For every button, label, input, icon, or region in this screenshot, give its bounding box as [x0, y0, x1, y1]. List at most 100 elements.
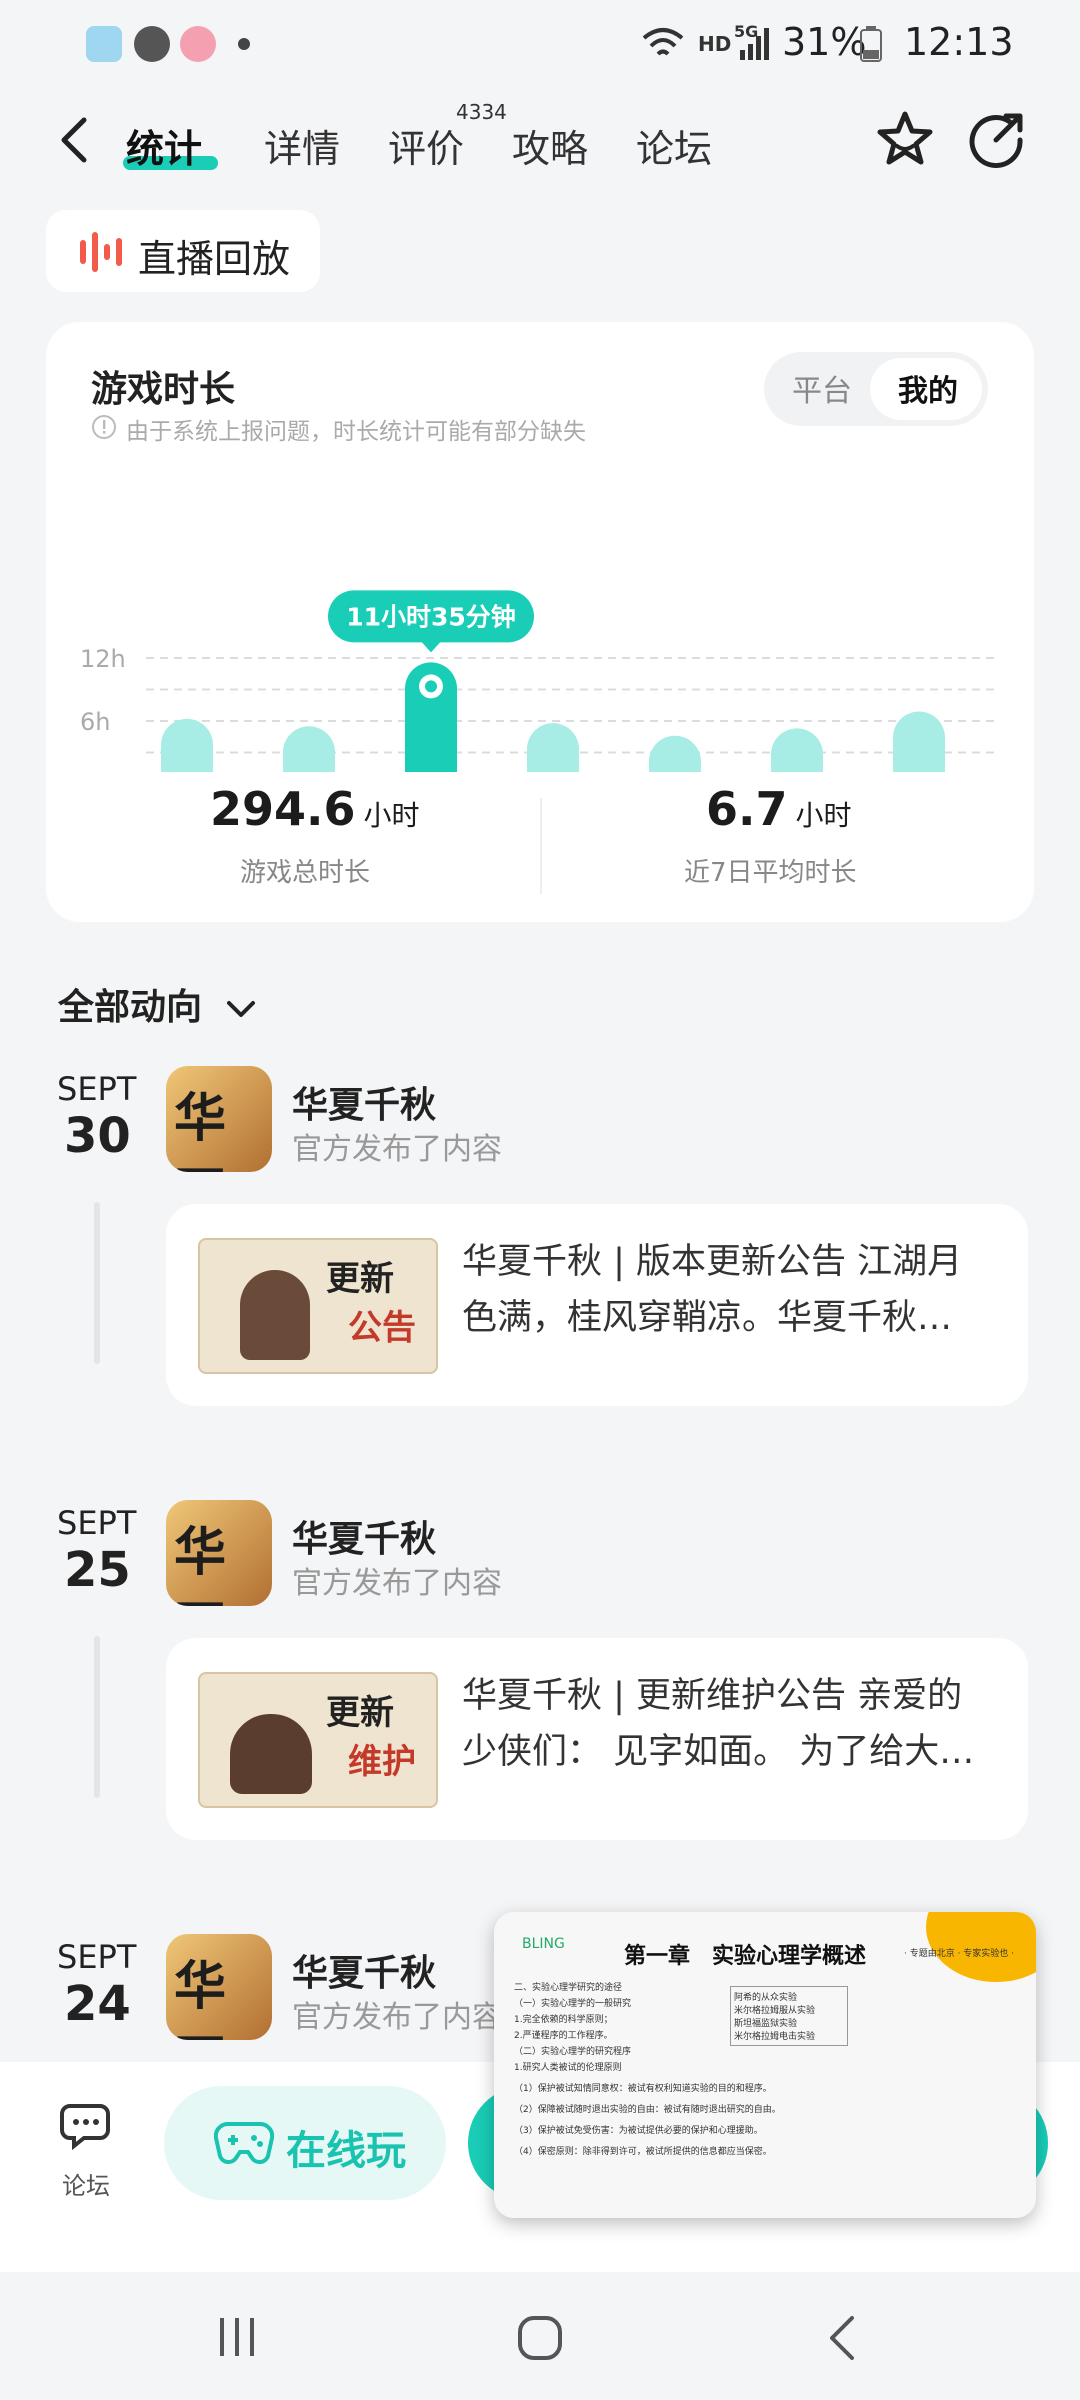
tab-reviews[interactable]: 评价 — [388, 118, 464, 173]
total-playtime-unit: 小时 — [363, 799, 420, 832]
feed-date-day: 24 — [64, 1976, 131, 2032]
y-tick-label: 0h — [80, 771, 110, 772]
hd-label: HD — [698, 32, 732, 56]
system-nav-bar — [0, 2272, 1080, 2400]
chart-bar[interactable] — [527, 723, 579, 772]
app-icon[interactable]: 华夏 — [166, 1066, 272, 1172]
tab-details[interactable]: 详情 — [264, 118, 340, 173]
live-replay-label: 直播回放 — [138, 237, 291, 281]
tab-guides[interactable]: 攻略 — [512, 118, 588, 173]
timeline-line — [94, 1636, 100, 1798]
tab-stats[interactable]: 统计 — [126, 118, 202, 173]
slide-title: 第一章 实验心理学概述 — [624, 1944, 867, 1969]
slide-line: （1）保护被试知情同意权：被试有权利知道实验的目的和程序。 — [514, 2084, 772, 2094]
app-icon[interactable]: 华夏 — [166, 1500, 272, 1606]
thumbnail-character — [240, 1270, 310, 1360]
toggle-mine[interactable]: 我的 — [898, 366, 958, 410]
app-icon[interactable]: 华夏 — [166, 1934, 272, 2040]
feed-filter-dropdown[interactable]: 全部动向 — [58, 978, 257, 1030]
post-excerpt-line: 少侠们： 见字如面。 为了给大… — [462, 1732, 975, 1772]
audio-wave-icon — [80, 232, 122, 272]
post-excerpt: 华夏千秋 | 版本更新公告 江湖月 色满，桂风穿鞘凉。华夏千秋… — [462, 1234, 1002, 1346]
share-icon[interactable] — [966, 108, 1028, 170]
app-name[interactable]: 华夏千秋 — [292, 1944, 436, 1996]
thumbnail-subtitle: 维护 — [348, 1742, 416, 1782]
floating-video-window[interactable]: BLING 第一章 实验心理学概述 · 专题由北京 · 专家实验也 · 二、实验… — [494, 1912, 1036, 2218]
slide-box-line: 斯坦福监狱实验 — [734, 2019, 798, 2029]
chart-bar[interactable] — [771, 728, 823, 772]
average-playtime: 6.7 小时 — [706, 782, 852, 836]
back-arrow-icon[interactable] — [56, 116, 92, 164]
playtime-card: 游戏时长 由于系统上报问题，时长统计可能有部分缺失 平台 我的 12h6h0h9… — [46, 322, 1034, 922]
app-name[interactable]: 华夏千秋 — [292, 1510, 436, 1562]
battery-icon — [860, 26, 882, 62]
recent-apps-icon[interactable] — [216, 2316, 258, 2358]
home-icon[interactable] — [516, 2314, 564, 2362]
feed-date-month: SEPT — [57, 1938, 137, 1976]
thumbnail-title: 更新 — [326, 1259, 394, 1299]
slide-logo: BLING — [522, 1936, 565, 1952]
thumbnail-character — [230, 1714, 312, 1794]
play-online-label: 在线玩 — [286, 2128, 406, 2174]
chart-bar[interactable] — [893, 711, 945, 772]
favorite-star-icon[interactable] — [874, 108, 936, 170]
clock: 12:13 — [904, 20, 1014, 64]
status-bar: HD 5G 31% 12:13 — [0, 0, 1080, 90]
slide-line: （2）保障被试随时退出实验的自由：被试有随时退出研究的自由。 — [514, 2105, 781, 2115]
y-tick-label: 6h — [80, 708, 110, 736]
slide-box-line: 米尔格拉姆电击实验 — [734, 2032, 816, 2042]
info-icon — [92, 415, 116, 439]
slide-line: （3）保护被试免受伤害：为被试提供必要的保护和心理援助。 — [514, 2126, 763, 2136]
gamepad-icon — [214, 2121, 274, 2164]
post-thumbnail: 更新 维护 — [198, 1672, 438, 1808]
app-icon-text: 华夏 — [174, 1088, 227, 1172]
post-thumbnail: 更新 公告 — [198, 1238, 438, 1374]
chart-tooltip-text: 11小时35分钟 — [346, 602, 516, 631]
chevron-down-icon — [226, 1001, 255, 1017]
forum-label[interactable]: 论坛 — [62, 2166, 110, 2201]
post-card[interactable]: 更新 维护 华夏千秋 | 更新维护公告 亲爱的 少侠们： 见字如面。 为了给大… — [166, 1638, 1028, 1840]
cloud-icon — [180, 26, 216, 62]
total-playtime-label: 游戏总时长 — [240, 858, 371, 888]
forum-icon[interactable] — [60, 2098, 116, 2154]
slide-tag: · 专题由北京 · 专家实验也 · — [904, 1949, 1015, 1959]
feed-filter-label: 全部动向 — [58, 987, 203, 1028]
highlight-marker-center — [425, 680, 437, 693]
toggle-platform[interactable]: 平台 — [792, 366, 852, 410]
average-playtime-label: 近7日平均时长 — [684, 858, 857, 888]
chart-tooltip-arrow — [421, 641, 441, 653]
post-excerpt-line: 色满，桂风穿鞘凉。华夏千秋… — [462, 1298, 953, 1338]
feed-date-month: SEPT — [57, 1504, 137, 1542]
post-excerpt-line: 华夏千秋 | 更新维护公告 亲爱的 — [462, 1676, 963, 1716]
slide-line: （4）保密原则：除非得到许可，被试所提供的信息都应当保密。 — [514, 2147, 772, 2157]
top-nav: 统计 详情 评价 4334 攻略 论坛 — [0, 100, 1080, 210]
qq-icon — [134, 26, 170, 62]
play-online-button[interactable]: 在线玩 — [164, 2086, 446, 2200]
total-playtime-value: 294.6 — [210, 782, 356, 836]
data-source-toggle: 平台 我的 — [764, 352, 988, 426]
post-excerpt-line: 华夏千秋 | 版本更新公告 江湖月 — [462, 1242, 963, 1282]
y-tick-label: 12h — [80, 645, 126, 673]
feed-date-day: 30 — [64, 1108, 131, 1164]
slide-box-line: 米尔格拉姆服从实验 — [734, 2006, 816, 2016]
live-replay-button[interactable]: 直播回放 — [46, 210, 320, 292]
thumbnail-title: 更新 — [326, 1693, 394, 1733]
slide-box: 阿希的从众实验 米尔格拉姆服从实验 斯坦福监狱实验 米尔格拉姆电击实验 — [730, 1986, 848, 2046]
feed-item: SEPT 30 华夏 华夏千秋 官方发布了内容 更新 公告 华夏千秋 | 版本更… — [0, 1060, 1080, 1420]
more-notifications-dot — [238, 38, 250, 50]
wifi-icon — [642, 28, 684, 56]
slide-line: 1.研究人类被试的伦理原则 — [514, 2063, 622, 2073]
playtime-note: 由于系统上报问题，时长统计可能有部分缺失 — [126, 419, 586, 445]
chart-bar[interactable] — [161, 718, 213, 772]
app-name[interactable]: 华夏千秋 — [292, 1076, 436, 1128]
stats-divider — [540, 798, 542, 894]
reviews-count-badge: 4334 — [456, 100, 507, 124]
chart-bar[interactable] — [649, 735, 701, 772]
feed-action-text: 官方发布了内容 — [292, 2000, 502, 2035]
post-card[interactable]: 更新 公告 华夏千秋 | 版本更新公告 江湖月 色满，桂风穿鞘凉。华夏千秋… — [166, 1204, 1028, 1406]
tab-forum[interactable]: 论坛 — [636, 118, 712, 173]
chart-bar[interactable] — [283, 726, 335, 772]
slide-box-line: 阿希的从众实验 — [734, 1993, 798, 2003]
back-nav-icon[interactable] — [826, 2314, 858, 2362]
notification-app-icon — [86, 26, 122, 62]
